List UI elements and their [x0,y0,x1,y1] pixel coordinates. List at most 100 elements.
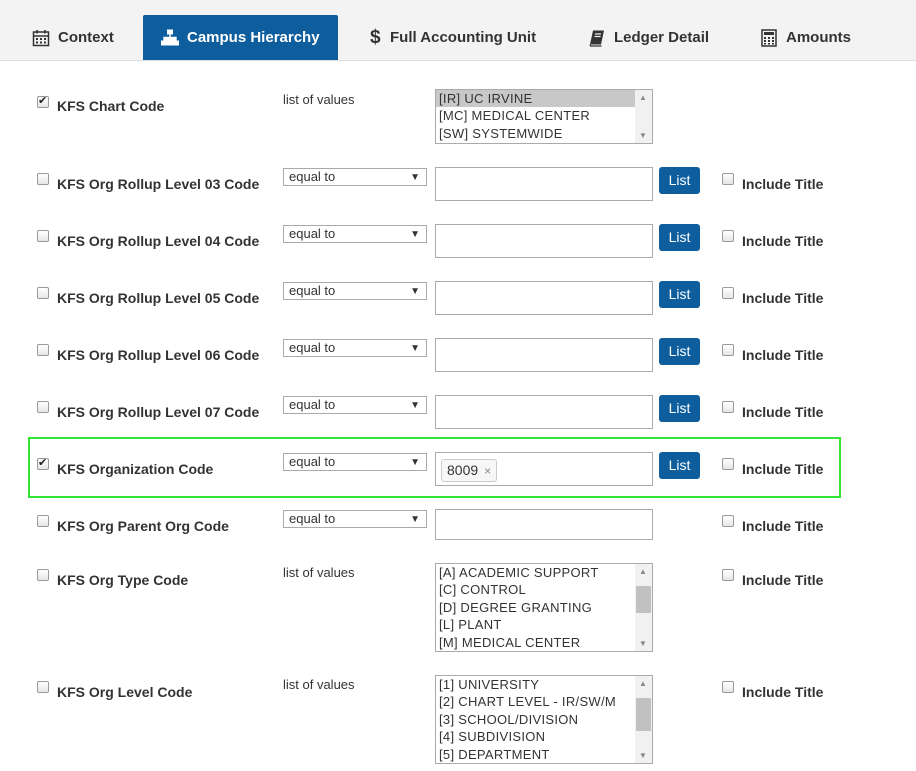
rollup07-label: KFS Org Rollup Level 07 Code [57,404,260,420]
listbox-scrollbar[interactable]: ▲ ▼ [635,90,652,143]
org-code-include-title-checkbox[interactable] [722,458,734,470]
rollup07-list-button[interactable]: List [659,395,700,422]
rollup03-checkbox[interactable] [37,173,49,185]
list-option[interactable]: [MC] MEDICAL CENTER [436,107,652,124]
caret-down-icon: ▼ [410,400,420,411]
org-code-checkbox[interactable] [37,456,49,470]
rollup05-include-title-checkbox[interactable] [722,287,734,299]
list-option[interactable]: [2] CHART LEVEL - IR/SW/M [436,693,652,710]
rollup07-input[interactable] [435,395,653,429]
org-type-label: KFS Org Type Code [57,572,189,588]
chart-code-listbox[interactable]: [IR] UC IRVINE [MC] MEDICAL CENTER [SW] … [435,89,653,144]
tab-full-accounting-unit[interactable]: $ Full Accounting Unit [370,15,536,60]
rollup05-input[interactable] [435,281,653,315]
remove-chip-icon[interactable]: × [484,464,491,478]
chart-code-label: KFS Chart Code [57,98,165,114]
scroll-thumb[interactable] [636,698,651,731]
rollup05-label: KFS Org Rollup Level 05 Code [57,290,260,306]
list-option[interactable]: [4] SUBDIVISION [436,728,652,745]
rollup04-include-title-checkbox[interactable] [722,230,734,242]
list-option[interactable]: [5] DEPARTMENT [436,746,652,763]
rollup07-checkbox[interactable] [37,401,49,413]
selected-value-chip: 8009 × [441,459,498,482]
listbox-scrollbar[interactable]: ▲ ▼ [635,564,652,651]
include-title-label: Include Title [742,290,824,306]
rollup04-checkbox[interactable] [37,230,49,242]
scroll-up-icon[interactable]: ▲ [639,679,647,688]
rollup05-operator-select[interactable]: equal to ▼ [283,282,427,300]
org-level-checkbox[interactable] [37,681,49,693]
include-title-label: Include Title [742,461,824,477]
calendar-icon [32,29,50,46]
listbox-scrollbar[interactable]: ▲ ▼ [635,676,652,763]
caret-down-icon: ▼ [410,286,420,297]
scroll-thumb[interactable] [636,586,651,613]
include-title-label: Include Title [742,176,824,192]
tab-ledger-detail[interactable]: Ledger Detail [588,15,709,60]
tab-amounts[interactable]: Amounts [760,15,851,60]
tab-context[interactable]: Context [32,15,114,60]
chart-code-operator: list of values [283,92,355,107]
list-option[interactable]: [IR] UC IRVINE [436,90,635,108]
include-title-label: Include Title [742,518,824,534]
tab-label: Amounts [786,29,851,46]
rollup05-list-button[interactable]: List [659,281,700,308]
scroll-up-icon[interactable]: ▲ [639,567,647,576]
tab-label: Context [58,29,114,46]
rollup06-operator-select[interactable]: equal to ▼ [283,339,427,357]
rollup06-checkbox[interactable] [37,344,49,356]
scroll-down-icon[interactable]: ▼ [639,131,647,140]
caret-down-icon: ▼ [410,343,420,354]
chart-code-checkbox[interactable] [37,94,49,108]
caret-down-icon: ▼ [410,229,420,240]
caret-down-icon: ▼ [410,514,420,525]
rollup07-include-title-checkbox[interactable] [722,401,734,413]
rollup03-include-title-checkbox[interactable] [722,173,734,185]
rollup07-operator-select[interactable]: equal to ▼ [283,396,427,414]
scroll-down-icon[interactable]: ▼ [639,639,647,648]
select-value: equal to [289,511,336,526]
rollup04-input[interactable] [435,224,653,258]
caret-down-icon: ▼ [410,172,420,183]
scroll-up-icon[interactable]: ▲ [639,93,647,102]
org-code-input[interactable]: 8009 × [435,452,653,486]
parent-org-operator-select[interactable]: equal to ▼ [283,510,427,528]
list-option[interactable]: [C] CONTROL [436,581,652,598]
rollup05-checkbox[interactable] [37,287,49,299]
rollup06-label: KFS Org Rollup Level 06 Code [57,347,260,363]
org-level-include-title-checkbox[interactable] [722,681,734,693]
rollup06-include-title-checkbox[interactable] [722,344,734,356]
rollup04-list-button[interactable]: List [659,224,700,251]
org-level-operator: list of values [283,677,355,692]
parent-org-checkbox[interactable] [37,515,49,527]
list-option[interactable]: [1] UNIVERSITY [436,676,652,693]
list-option[interactable]: [L] PLANT [436,616,652,633]
org-code-list-button[interactable]: List [659,452,700,479]
org-code-operator-select[interactable]: equal to ▼ [283,453,427,471]
rollup06-list-button[interactable]: List [659,338,700,365]
rollup06-input[interactable] [435,338,653,372]
rollup03-operator-select[interactable]: equal to ▼ [283,168,427,186]
select-value: equal to [289,397,336,412]
org-type-checkbox[interactable] [37,569,49,581]
org-type-listbox[interactable]: [A] ACADEMIC SUPPORT [C] CONTROL [D] DEG… [435,563,653,652]
org-level-listbox[interactable]: [1] UNIVERSITY [2] CHART LEVEL - IR/SW/M… [435,675,653,764]
rollup03-input[interactable] [435,167,653,201]
org-type-include-title-checkbox[interactable] [722,569,734,581]
list-option[interactable]: [3] SCHOOL/DIVISION [436,711,652,728]
list-option[interactable]: [A] ACADEMIC SUPPORT [436,564,652,581]
list-option[interactable]: [M] MEDICAL CENTER [436,634,652,651]
include-title-label: Include Title [742,404,824,420]
select-value: equal to [289,283,336,298]
rollup03-label: KFS Org Rollup Level 03 Code [57,176,260,192]
parent-org-include-title-checkbox[interactable] [722,515,734,527]
rollup04-operator-select[interactable]: equal to ▼ [283,225,427,243]
org-code-label: KFS Organization Code [57,461,214,477]
parent-org-input[interactable] [435,509,653,540]
scroll-down-icon[interactable]: ▼ [639,751,647,760]
book-icon [589,30,604,47]
list-option[interactable]: [SW] SYSTEMWIDE [436,125,652,142]
rollup03-list-button[interactable]: List [659,167,700,194]
list-option[interactable]: [D] DEGREE GRANTING [436,599,652,616]
tab-campus-hierarchy[interactable]: Campus Hierarchy [143,15,338,60]
